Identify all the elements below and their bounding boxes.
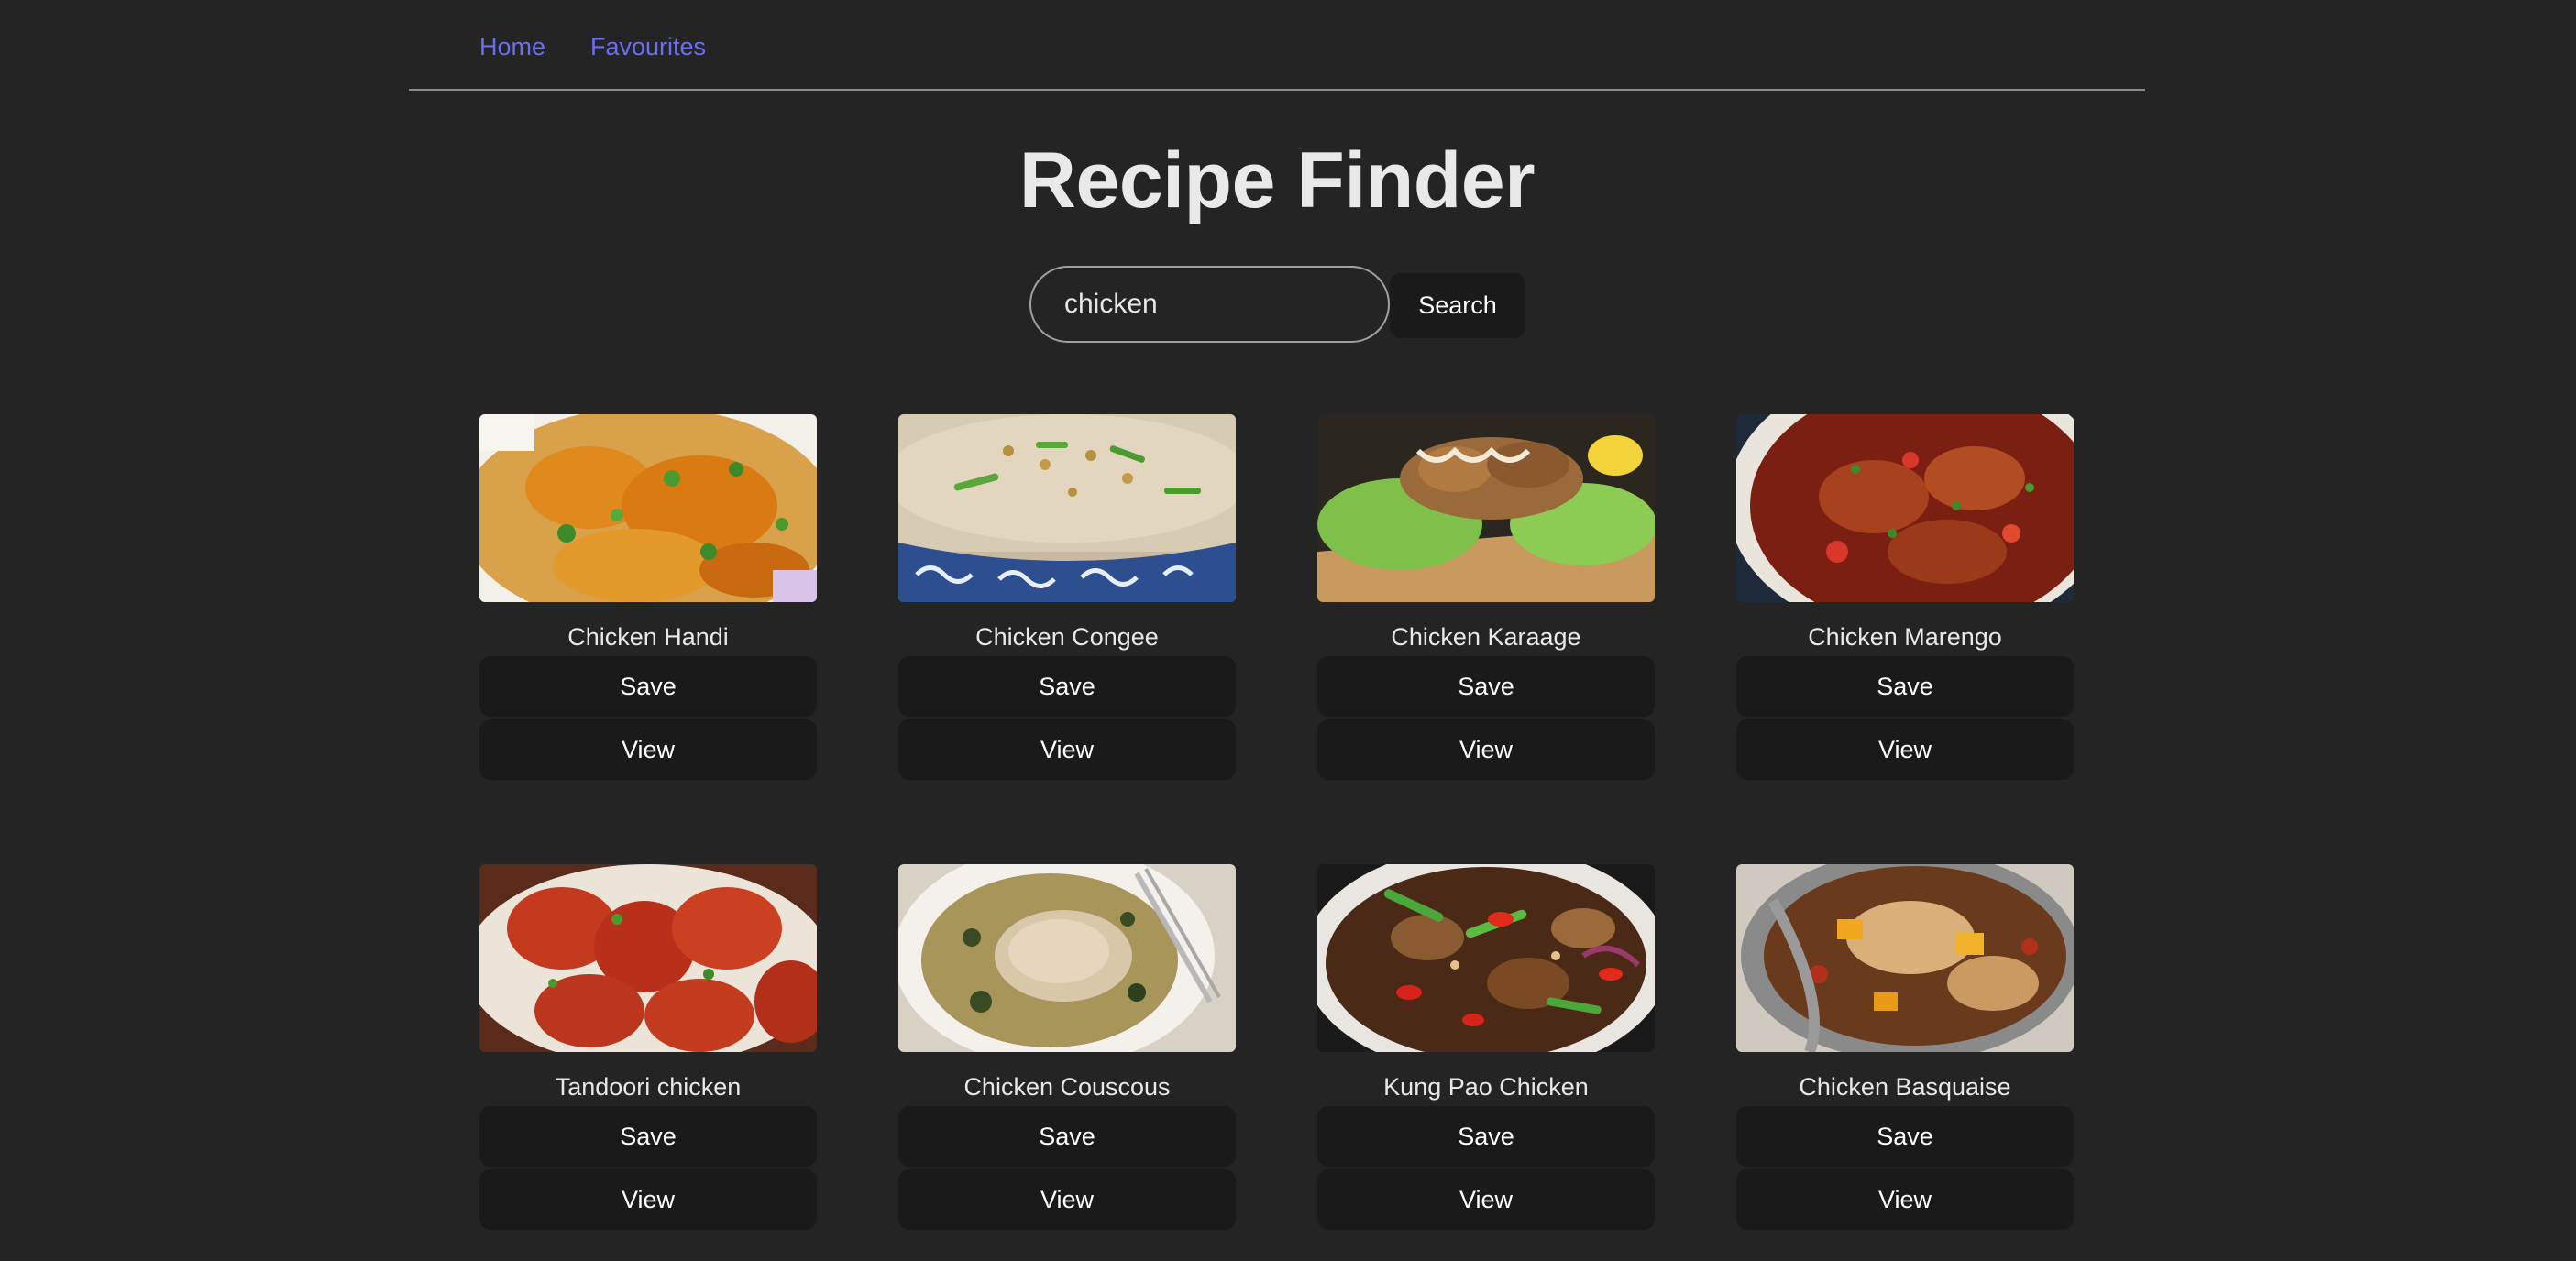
nav-home-link[interactable]: Home — [479, 33, 545, 61]
recipe-name: Tandoori chicken — [555, 1073, 742, 1101]
app-container: Home Favourites Recipe Finder Search — [409, 0, 2145, 1261]
view-button[interactable]: View — [1317, 719, 1655, 780]
recipe-name: Chicken Congee — [975, 623, 1159, 651]
view-button[interactable]: View — [898, 719, 1236, 780]
recipe-image-chicken-karaage — [1317, 414, 1655, 602]
top-nav: Home Favourites — [409, 0, 2145, 91]
view-button[interactable]: View — [479, 719, 817, 780]
save-button[interactable]: Save — [479, 656, 817, 717]
recipe-image-chicken-basquaise — [1736, 864, 2074, 1052]
save-button[interactable]: Save — [479, 1106, 817, 1167]
recipe-name: Chicken Handi — [567, 623, 729, 651]
recipe-name: Kung Pao Chicken — [1383, 1073, 1589, 1101]
recipe-image-tandoori-chicken — [479, 864, 817, 1052]
recipe-name: Chicken Couscous — [963, 1073, 1171, 1101]
view-button[interactable]: View — [479, 1169, 817, 1230]
save-button[interactable]: Save — [898, 1106, 1236, 1167]
recipe-name: Chicken Basquaise — [1799, 1073, 2011, 1101]
save-button[interactable]: Save — [1317, 656, 1655, 717]
recipe-image-chicken-couscous — [898, 864, 1236, 1052]
save-button[interactable]: Save — [1317, 1106, 1655, 1167]
view-button[interactable]: View — [1736, 719, 2074, 780]
view-button[interactable]: View — [1317, 1169, 1655, 1230]
view-button[interactable]: View — [1736, 1169, 2074, 1230]
save-button[interactable]: Save — [1736, 1106, 2074, 1167]
recipe-name: Chicken Marengo — [1808, 623, 2002, 651]
recipe-name: Chicken Karaage — [1391, 623, 1581, 651]
save-button[interactable]: Save — [1736, 656, 2074, 717]
nav-favourites-link[interactable]: Favourites — [590, 33, 706, 61]
view-button[interactable]: View — [898, 1169, 1236, 1230]
recipe-image-kung-pao-chicken — [1317, 864, 1655, 1052]
search-input[interactable] — [1029, 266, 1390, 343]
recipe-image-chicken-handi — [479, 414, 817, 602]
save-button[interactable]: Save — [898, 656, 1236, 717]
recipe-image-chicken-marengo — [1736, 414, 2074, 602]
recipe-image-chicken-congee — [898, 414, 1236, 602]
page-title: Recipe Finder — [1018, 137, 1536, 225]
search-button[interactable]: Search — [1390, 273, 1525, 338]
